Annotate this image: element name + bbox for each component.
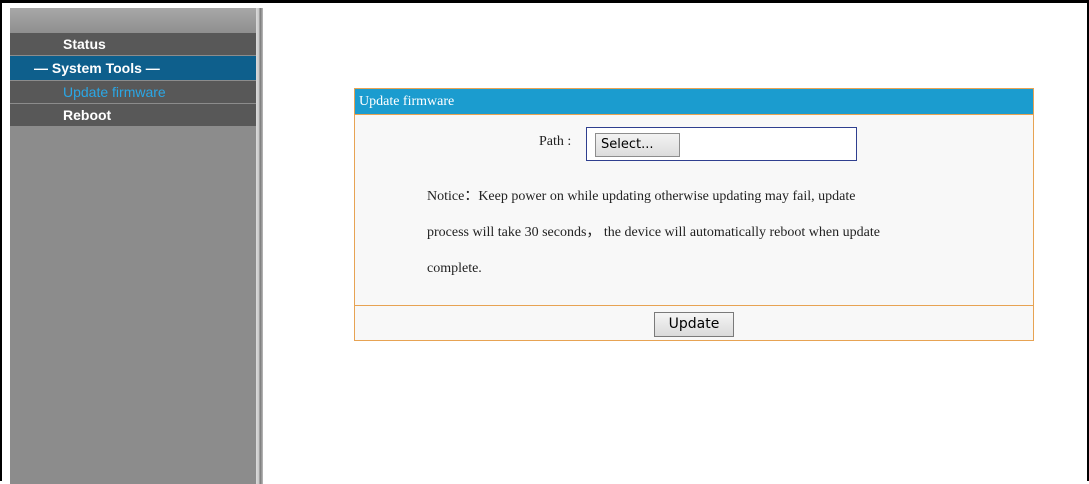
- app-frame: Status — System Tools — Update firmware …: [0, 0, 1089, 484]
- update-button[interactable]: Update: [654, 312, 734, 337]
- notice-text: Notice：Keep power on while updating othe…: [427, 179, 987, 287]
- sidebar-item-label: Reboot: [63, 107, 112, 123]
- sidebar-section-system-tools[interactable]: — System Tools —: [10, 56, 256, 80]
- sidebar-item-label: Status: [63, 36, 106, 52]
- sidebar-top-gap: [10, 8, 256, 33]
- panel-footer: Update: [355, 305, 1033, 340]
- path-label: Path :: [539, 134, 572, 149]
- frame-divider[interactable]: [256, 8, 263, 484]
- notice-line: process will take 30 seconds， the device…: [427, 225, 880, 240]
- file-input[interactable]: Select...: [586, 127, 857, 161]
- sidebar-item-status[interactable]: Status: [10, 33, 256, 55]
- sidebar-item-label: Update firmware: [63, 84, 166, 100]
- panel-title: Update firmware: [355, 89, 1033, 115]
- update-firmware-panel: Update firmware Path : Select... Notice：…: [354, 88, 1034, 341]
- sidebar: Status — System Tools — Update firmware …: [10, 8, 256, 484]
- sidebar-item-update-firmware[interactable]: Update firmware: [10, 81, 256, 103]
- select-file-button[interactable]: Select...: [595, 133, 680, 157]
- notice-line: Notice：Keep power on while updating othe…: [427, 189, 856, 204]
- notice-line: complete.: [427, 261, 482, 276]
- sidebar-item-reboot[interactable]: Reboot: [10, 104, 256, 126]
- sidebar-section-label: — System Tools —: [34, 60, 160, 76]
